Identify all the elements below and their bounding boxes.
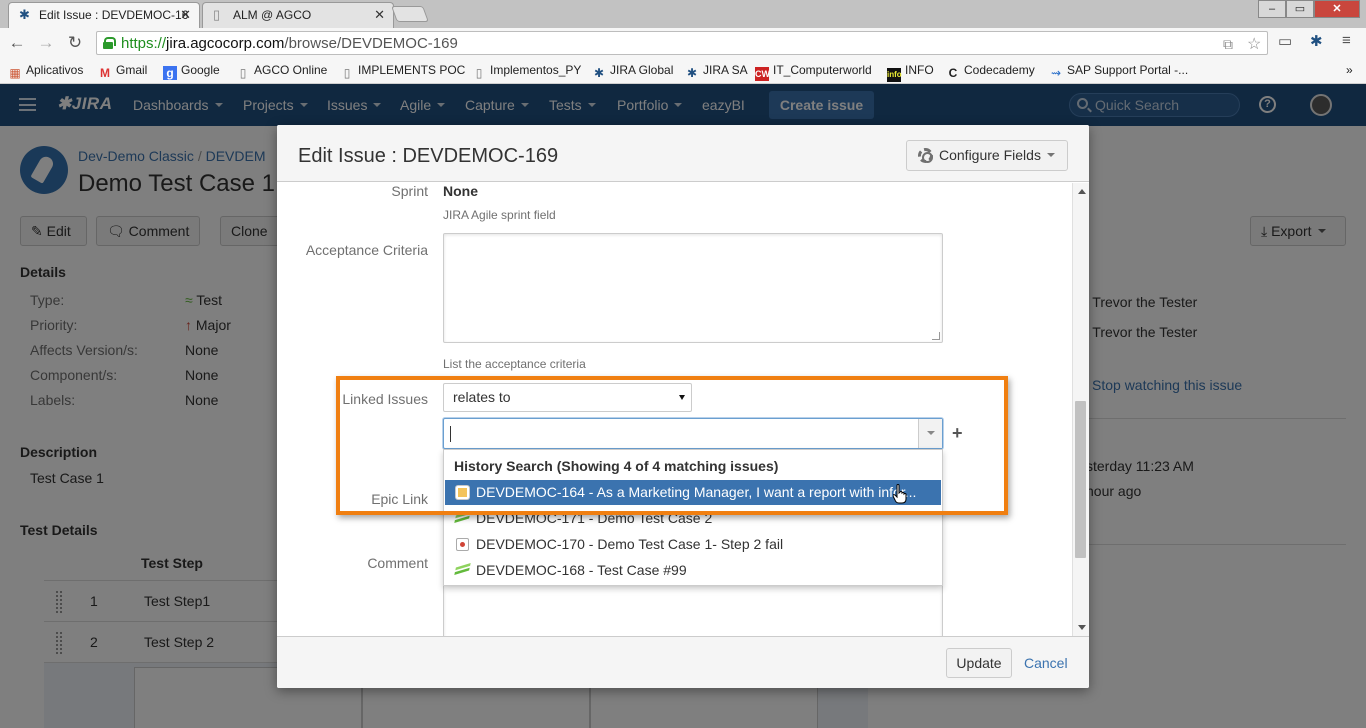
page-icon: ▯ [343,66,351,80]
page-favicon-icon: ▯ [213,7,221,22]
bookmarks-overflow-icon[interactable]: » [1346,62,1353,78]
tab-title: Edit Issue : DEVDEMOC-16 [39,8,189,22]
bookmark-sap-support[interactable]: ⇝ SAP Support Portal -... [1049,62,1188,80]
lock-icon [103,37,116,49]
tab-title: ALM @ AGCO [233,8,312,22]
test-icon [454,563,471,575]
gmail-icon: M [100,66,110,80]
forward-icon[interactable]: → [35,32,57,54]
bookmark-implements-poc[interactable]: ▯ IMPLEMENTS POC [340,62,466,80]
dialog-footer: Update Cancel [277,636,1089,688]
codecademy-icon: C [948,66,958,80]
close-tab-icon[interactable]: ✕ [374,3,385,27]
dialog-header: Edit Issue : DEVDEMOC-169 Configure Fiel… [277,125,1089,182]
window-controls: – ▭ ✕ [1258,0,1360,18]
bookmark-codecademy[interactable]: C Codecademy [946,62,1035,80]
menu-icon[interactable]: ≡ [1342,32,1351,49]
bookmark-gmail[interactable]: M Gmail [98,62,147,80]
comment-textarea[interactable] [443,583,943,636]
scroll-down-icon[interactable] [1078,625,1086,630]
google-icon: g [163,66,177,80]
dialog-scrollbar[interactable] [1072,183,1089,636]
browser-tab-strip: ✱ Edit Issue : DEVDEMOC-16 ✕ ▯ ALM @ AGC… [0,0,1366,28]
chevron-down-icon [1046,153,1055,157]
browser-tab[interactable]: ▯ ALM @ AGCO ✕ [202,2,394,28]
suggestion-item[interactable]: DEVDEMOC-168 - Test Case #99 [445,558,941,583]
address-bar[interactable]: https://jira.agcocorp.com/browse/DEVDEMO… [96,31,1268,55]
acceptance-criteria-label: Acceptance Criteria [305,242,428,258]
url-text: https://jira.agcocorp.com/browse/DEVDEMO… [121,35,458,52]
sprint-label: Sprint [391,183,428,199]
sprint-value: None [443,183,478,199]
acceptance-criteria-textarea[interactable] [443,233,943,343]
apps-grid-icon: ▦ [9,66,21,80]
acceptance-criteria-description: List the acceptance criteria [443,357,586,371]
bookmark-info[interactable]: info INFO [887,62,934,82]
bookmark-apps[interactable]: ▦ Aplicativos [8,62,83,80]
jira-extension-icon[interactable]: ✱ [1310,32,1323,50]
bookmark-agco-online[interactable]: ▯ AGCO Online [236,62,328,80]
bookmark-star-icon[interactable]: ☆ [1247,34,1261,54]
bookmark-jira-sa[interactable]: ✱ JIRA SA [685,62,748,80]
close-window-icon[interactable]: ✕ [1314,0,1360,18]
bookmarks-bar: ▦ Aplicativos M Gmail g Google ▯ AGCO Online… [0,58,1366,84]
jira-favicon-icon: ✱ [19,7,30,22]
comment-label: Comment [367,555,428,571]
sap-icon: ⇝ [1050,66,1062,80]
suggestion-item[interactable]: DEVDEMOC-170 - Demo Test Case 1- Step 2 … [445,532,941,557]
maximize-icon[interactable]: ▭ [1286,0,1314,18]
translate-icon[interactable]: ⧉ [1223,36,1233,53]
bookmark-it-computerworld[interactable]: CW IT_Computerworld [755,62,872,81]
bookmark-jira-global[interactable]: ✱ JIRA Global [592,62,673,80]
computerworld-icon: CW [755,67,770,81]
sprint-description: JIRA Agile sprint field [443,208,556,222]
reload-icon[interactable]: ↻ [64,32,86,54]
close-tab-icon[interactable]: ✕ [180,3,191,27]
dialog-title: Edit Issue : DEVDEMOC-169 [298,145,559,167]
cast-icon[interactable]: ▭ [1278,32,1292,50]
scrollbar-thumb[interactable] [1075,401,1086,558]
annotation-highlight-box [336,376,1008,515]
page-icon: ▯ [475,66,483,80]
info-icon: info [887,68,902,82]
bookmark-google[interactable]: g Google [163,62,220,80]
resize-handle-icon[interactable] [932,332,940,340]
cancel-link[interactable]: Cancel [1024,655,1068,671]
configure-fields-button[interactable]: Configure Fields [906,140,1068,171]
bookmark-implementos-py[interactable]: ▯ Implementos_PY [472,62,582,80]
browser-toolbar: ← → ↻ https://jira.agcocorp.com/browse/D… [0,28,1366,58]
back-icon[interactable]: ← [6,32,28,54]
page-icon: ▯ [239,66,247,80]
gear-icon [918,148,933,163]
browser-tab-active[interactable]: ✱ Edit Issue : DEVDEMOC-16 ✕ [8,2,200,28]
update-button[interactable]: Update [946,648,1012,678]
scroll-up-icon[interactable] [1078,189,1086,194]
jira-icon: ✱ [686,66,698,80]
jira-icon: ✱ [593,66,605,80]
new-tab-button[interactable] [391,6,429,22]
minimize-icon[interactable]: – [1258,0,1286,18]
test-execution-icon [456,538,469,551]
